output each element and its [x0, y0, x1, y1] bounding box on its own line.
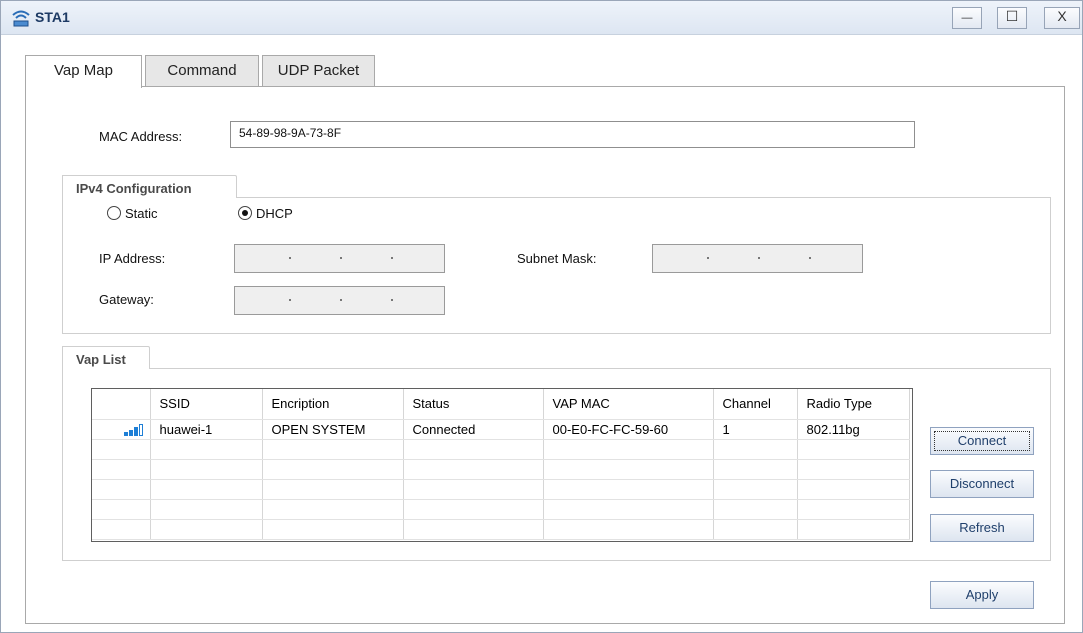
column-header-status: Status	[403, 389, 544, 420]
dhcp-radio-label: DHCP	[256, 206, 293, 221]
radio-type-cell: 802.11bg	[797, 419, 910, 440]
encryption-cell: OPEN SYSTEM	[262, 419, 404, 440]
maximize-icon: ☐	[1005, 8, 1019, 24]
mac-address-label: MAC Address:	[99, 129, 183, 144]
subnet-mask-label: Subnet Mask:	[517, 251, 597, 266]
wireless-station-icon	[12, 10, 30, 27]
column-header-encription: Encription	[262, 389, 404, 420]
column-header-ssid: SSID	[150, 389, 263, 420]
sta1-window: STA1 — ☐ X Vap Map Command UDP Packet MA…	[0, 0, 1083, 633]
vap-mac-cell: 00-E0-FC-FC-59-60	[543, 419, 714, 440]
refresh-button[interactable]: Refresh	[930, 514, 1034, 542]
connect-button-label: Connect	[934, 431, 1030, 451]
subnet-mask-field[interactable]	[652, 244, 863, 273]
signal-column-header	[92, 389, 151, 420]
minimize-button[interactable]: —	[952, 7, 982, 29]
window-title: STA1	[35, 9, 70, 25]
ip-address-label: IP Address:	[99, 251, 166, 266]
vap-list-table: SSID Encription Status VAP MAC Channel R…	[91, 388, 913, 542]
static-radio-button[interactable]	[107, 206, 121, 220]
minimize-icon: —	[961, 12, 973, 24]
table-header-row: SSID Encription Status VAP MAC Channel R…	[92, 389, 910, 420]
table-row	[92, 499, 910, 520]
signal-strength-icon	[120, 424, 148, 437]
column-header-vap-mac: VAP MAC	[543, 389, 714, 420]
table-row	[92, 439, 910, 460]
mac-address-value: 54-89-98-9A-73-8F	[239, 126, 342, 140]
tab-vap-map[interactable]: Vap Map	[25, 55, 142, 88]
table-row	[92, 479, 910, 500]
mac-address-field[interactable]: 54-89-98-9A-73-8F	[230, 121, 915, 148]
tab-udp-packet[interactable]: UDP Packet	[262, 55, 375, 87]
status-cell: Connected	[403, 419, 544, 440]
maximize-button[interactable]: ☐	[997, 7, 1027, 29]
static-radio[interactable]: Static	[107, 205, 177, 223]
ssid-cell: huawei-1	[150, 419, 263, 440]
table-row	[92, 459, 910, 480]
gateway-label: Gateway:	[99, 292, 154, 307]
title-bar[interactable]: STA1 — ☐ X	[1, 1, 1082, 35]
column-header-channel: Channel	[713, 389, 798, 420]
signal-cell	[92, 419, 151, 440]
channel-cell: 1	[713, 419, 798, 440]
radio-selected-dot	[242, 210, 248, 216]
ipv4-configuration-title: IPv4 Configuration	[62, 175, 237, 198]
table-row[interactable]: huawei-1 OPEN SYSTEM Connected 00-E0-FC-…	[92, 419, 910, 440]
close-icon: X	[1057, 8, 1067, 24]
apply-button[interactable]: Apply	[930, 581, 1034, 609]
connect-button[interactable]: Connect	[930, 427, 1034, 455]
tab-command[interactable]: Command	[145, 55, 259, 87]
table-row	[92, 519, 910, 540]
gateway-field[interactable]	[234, 286, 445, 315]
ip-address-field[interactable]	[234, 244, 445, 273]
column-header-radio-type: Radio Type	[797, 389, 910, 420]
dhcp-radio[interactable]: DHCP	[238, 205, 308, 223]
dhcp-radio-button[interactable]	[238, 206, 252, 220]
close-button[interactable]: X	[1044, 7, 1080, 29]
disconnect-button[interactable]: Disconnect	[930, 470, 1034, 498]
vap-list-title: Vap List	[62, 346, 150, 369]
static-radio-label: Static	[125, 206, 158, 221]
